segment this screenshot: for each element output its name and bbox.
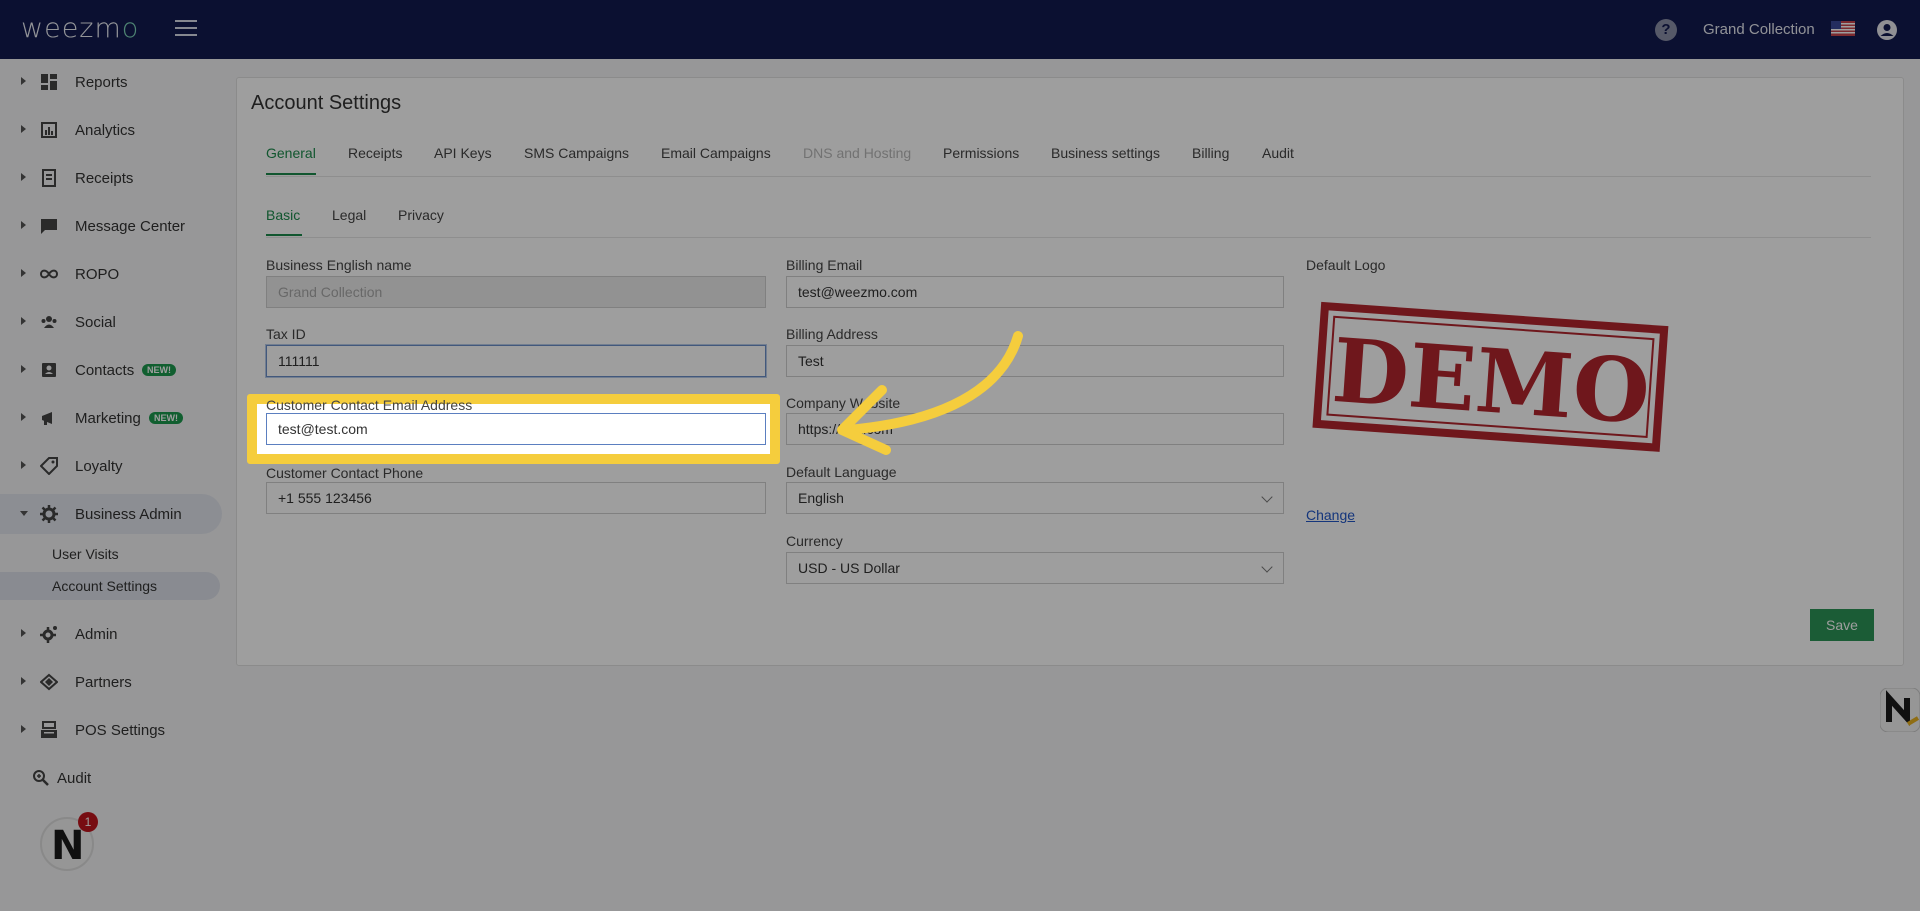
diamond-icon	[40, 673, 58, 691]
subtabs-divider	[266, 237, 1871, 238]
active-subtab-indicator	[266, 234, 302, 236]
subtab-privacy[interactable]: Privacy	[398, 207, 444, 223]
chart-icon	[41, 122, 57, 138]
tab-api-keys[interactable]: API Keys	[434, 145, 492, 161]
receipt-icon	[42, 169, 56, 187]
dashboard-icon	[41, 74, 57, 90]
tab-receipts[interactable]: Receipts	[348, 145, 402, 161]
change-logo-link[interactable]: Change	[1306, 507, 1355, 523]
sidebar-item-analytics[interactable]: Analytics	[0, 110, 222, 150]
currency-select[interactable]: USD - US Dollar	[786, 552, 1284, 584]
new-badge: NEW!	[142, 364, 176, 376]
page-title: Account Settings	[251, 92, 402, 114]
assistant-tab-icon[interactable]	[1880, 688, 1920, 732]
top-bar: weezmo ? Grand Collection	[0, 0, 1920, 59]
subtab-basic[interactable]: Basic	[266, 207, 300, 223]
help-icon[interactable]: ?	[1655, 19, 1677, 41]
sidebar-item-ropo[interactable]: ROPO	[0, 254, 222, 294]
subtab-legal[interactable]: Legal	[332, 207, 366, 223]
tab-billing[interactable]: Billing	[1192, 145, 1229, 161]
sidebar-item-admin[interactable]: Admin	[0, 614, 222, 654]
demo-stamp-text: DEMO	[1329, 318, 1653, 444]
tab-dns-and-hosting: DNS and Hosting	[803, 145, 912, 161]
save-button[interactable]: Save	[1810, 609, 1874, 641]
billing-email-field[interactable]: test@weezmo.com	[786, 276, 1284, 308]
sidebar-item-reports[interactable]: Reports	[0, 62, 222, 102]
tag-icon	[40, 457, 58, 475]
infinity-icon	[40, 269, 58, 279]
active-tab-indicator	[266, 173, 316, 175]
people-icon	[41, 316, 57, 328]
register-icon	[41, 721, 57, 738]
default-logo-image: DEMO	[1312, 301, 1669, 452]
gear-icon	[40, 505, 58, 523]
sidebar-item-loyalty[interactable]: Loyalty	[0, 446, 222, 486]
sidebar-item-business-admin[interactable]: Business Admin	[0, 494, 222, 534]
sidebar-item-receipts[interactable]: Receipts	[0, 158, 222, 198]
sidebar-subitem-user-visits[interactable]: User Visits	[0, 540, 220, 568]
currency-label: Currency	[786, 533, 843, 549]
business-name-field: Grand Collection	[266, 276, 766, 308]
sidebar-subitem-account-settings[interactable]: Account Settings	[0, 572, 220, 600]
default-language-select[interactable]: English	[786, 482, 1284, 514]
sidebar-item-contacts[interactable]: Contacts NEW!	[0, 350, 222, 390]
sidebar-item-message-center[interactable]: Message Center	[0, 206, 222, 246]
sidebar: Reports Analytics Receipts Message Cente…	[0, 59, 222, 911]
tab-general[interactable]: General	[266, 145, 316, 161]
default-logo-label: Default Logo	[1306, 257, 1386, 273]
notification-badge: 1	[78, 812, 98, 832]
contact-email-field[interactable]: test@test.com	[266, 413, 766, 445]
zoom-icon	[33, 770, 49, 786]
contact-phone-label: Customer Contact Phone	[266, 465, 424, 481]
billing-email-label: Billing Email	[786, 257, 863, 273]
admin-gear-icon	[40, 626, 57, 643]
contact-email-label: Customer Contact Email Address	[266, 397, 473, 413]
new-badge: NEW!	[149, 412, 183, 424]
contact-phone-field[interactable]: +1 555 123456	[266, 482, 766, 514]
tab-email-campaigns[interactable]: Email Campaigns	[661, 145, 771, 161]
org-name[interactable]: Grand Collection	[1703, 21, 1815, 38]
user-account-icon[interactable]	[1876, 19, 1898, 41]
sidebar-item-partners[interactable]: Partners	[0, 662, 222, 702]
sidebar-item-marketing[interactable]: Marketing NEW!	[0, 398, 222, 438]
sidebar-item-social[interactable]: Social	[0, 302, 222, 342]
pointer-arrow-icon	[837, 331, 1023, 455]
tab-permissions[interactable]: Permissions	[943, 145, 1019, 161]
weezmo-logo[interactable]: weezmo	[21, 13, 139, 44]
sidebar-item-audit[interactable]: Audit	[0, 758, 222, 798]
tax-id-field[interactable]: 111111	[266, 345, 766, 377]
sidebar-item-pos-settings[interactable]: POS Settings	[0, 710, 222, 750]
tabs-divider	[266, 176, 1871, 177]
contacts-icon	[42, 363, 56, 377]
tax-id-label: Tax ID	[266, 326, 306, 342]
business-name-label: Business English name	[266, 257, 412, 273]
tab-business-settings[interactable]: Business settings	[1051, 145, 1160, 161]
megaphone-icon	[42, 412, 52, 425]
tab-audit[interactable]: Audit	[1262, 145, 1294, 161]
message-icon	[41, 219, 57, 234]
us-flag-icon[interactable]	[1831, 21, 1855, 36]
tab-sms-campaigns[interactable]: SMS Campaigns	[524, 145, 629, 161]
menu-icon[interactable]	[175, 20, 197, 38]
